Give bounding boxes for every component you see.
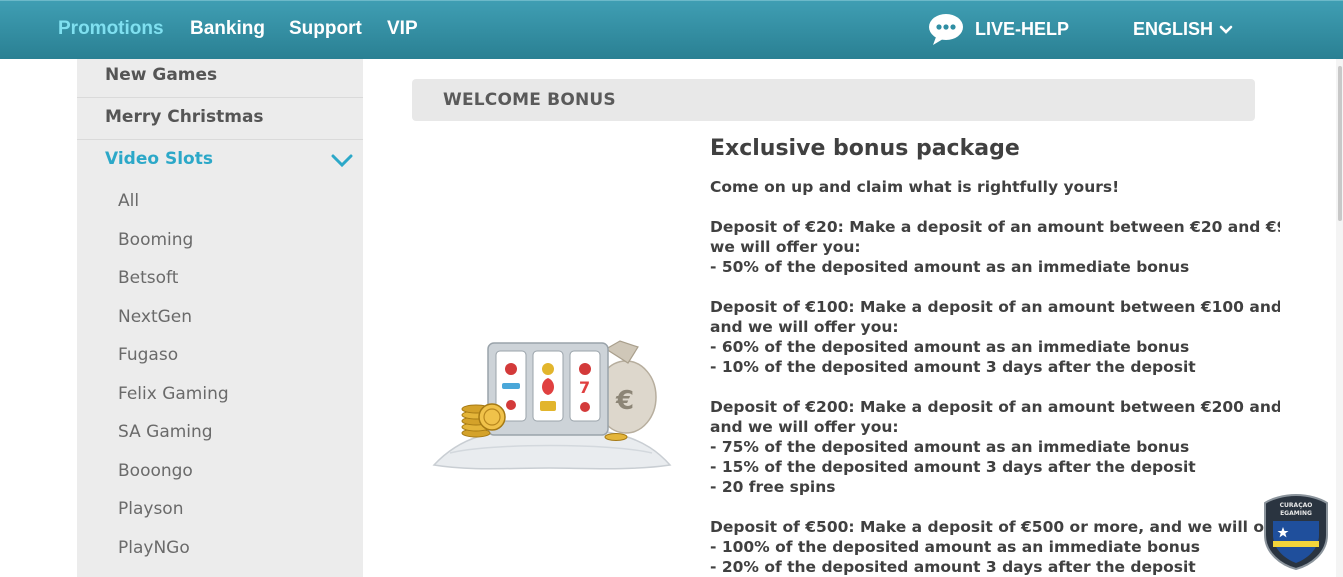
svg-text:7: 7 bbox=[579, 378, 590, 397]
sidebar-item-label: Merry Christmas bbox=[105, 107, 264, 127]
chevron-down-icon bbox=[331, 154, 353, 168]
tier-line: Deposit of €500: Make a deposit of €500 … bbox=[710, 518, 1280, 536]
sidebar-subitem-playson[interactable]: Playson bbox=[118, 499, 184, 519]
sidebar-item-label: Video Slots bbox=[105, 149, 213, 169]
sidebar-subitem-booming[interactable]: Booming bbox=[118, 230, 193, 250]
sidebar-subitem-sa-gaming[interactable]: SA Gaming bbox=[118, 422, 213, 442]
svg-text:CURAÇAO: CURAÇAO bbox=[1280, 502, 1313, 509]
sidebar-subitem-playngo[interactable]: PlayNGo bbox=[118, 538, 190, 558]
tier-line: - 20% of the deposited amount 3 days aft… bbox=[710, 558, 1196, 576]
sidebar-subitem-all[interactable]: All bbox=[118, 191, 139, 211]
chat-bubble-icon bbox=[929, 14, 963, 45]
chevron-down-icon bbox=[1219, 25, 1233, 34]
live-help-button[interactable]: LIVE-HELP bbox=[927, 10, 1069, 48]
sidebar: New Games Merry Christmas Video Slots Al… bbox=[77, 59, 363, 577]
nav-banking[interactable]: Banking bbox=[190, 18, 265, 40]
tier-line: - 100% of the deposited amount as an imm… bbox=[710, 538, 1201, 556]
tier-line: - 10% of the deposited amount 3 days aft… bbox=[710, 358, 1196, 376]
scrollbar-thumb[interactable] bbox=[1338, 66, 1342, 221]
curacao-egaming-badge[interactable]: CURAÇAO EGAMING bbox=[1263, 493, 1329, 571]
tier-line: and we will offer you: bbox=[710, 418, 899, 436]
nav-support[interactable]: Support bbox=[289, 18, 362, 40]
intro-text: Come on up and claim what is rightfully … bbox=[710, 178, 1120, 196]
language-label: ENGLISH bbox=[1133, 19, 1214, 39]
welcome-bonus-header: WELCOME BONUS bbox=[412, 79, 1255, 121]
language-selector[interactable]: ENGLISH bbox=[1133, 19, 1233, 40]
tier-line: - 20 free spins bbox=[710, 478, 836, 496]
sidebar-item-new-games[interactable]: New Games bbox=[77, 56, 363, 98]
tier-line: and we will offer you: bbox=[710, 318, 899, 336]
slot-machine-illustration: € 7 bbox=[432, 340, 672, 470]
tier-line: Deposit of €200: Make a deposit of an am… bbox=[710, 398, 1280, 416]
tier-line: we will offer you: bbox=[710, 238, 861, 256]
nav-promotions[interactable]: Promotions bbox=[58, 18, 164, 40]
tier-line: - 15% of the deposited amount 3 days aft… bbox=[710, 458, 1196, 476]
tier-line: Deposit of €20: Make a deposit of an amo… bbox=[710, 218, 1280, 236]
content-heading: Exclusive bonus package bbox=[710, 136, 1020, 161]
section-title: WELCOME BONUS bbox=[443, 90, 616, 110]
sidebar-subitem-betsoft[interactable]: Betsoft bbox=[118, 268, 178, 288]
tier-line: Deposit of €100: Make a deposit of an am… bbox=[710, 298, 1280, 316]
bonus-description: Exclusive bonus package Come on up and c… bbox=[710, 136, 1280, 577]
sidebar-item-video-slots[interactable]: Video Slots bbox=[77, 140, 363, 182]
top-nav-bar: Promotions Banking Support VIP LIVE-HELP… bbox=[0, 0, 1343, 59]
sidebar-subitem-booongo[interactable]: Booongo bbox=[118, 461, 193, 481]
sidebar-subitem-nextgen[interactable]: NextGen bbox=[118, 307, 192, 327]
tier-line: - 50% of the deposited amount as an imme… bbox=[710, 258, 1190, 276]
sidebar-subitem-felix-gaming[interactable]: Felix Gaming bbox=[118, 384, 229, 404]
live-help-label: LIVE-HELP bbox=[975, 18, 1070, 39]
svg-text:€: € bbox=[615, 386, 634, 416]
svg-text:EGAMING: EGAMING bbox=[1280, 510, 1312, 517]
tier-line: - 75% of the deposited amount as an imme… bbox=[710, 438, 1190, 456]
sidebar-item-label: New Games bbox=[105, 65, 218, 85]
tier-line: - 60% of the deposited amount as an imme… bbox=[710, 338, 1190, 356]
sidebar-item-merry-christmas[interactable]: Merry Christmas bbox=[77, 98, 363, 140]
nav-vip[interactable]: VIP bbox=[387, 18, 418, 40]
sidebar-subitem-fugaso[interactable]: Fugaso bbox=[118, 345, 178, 365]
